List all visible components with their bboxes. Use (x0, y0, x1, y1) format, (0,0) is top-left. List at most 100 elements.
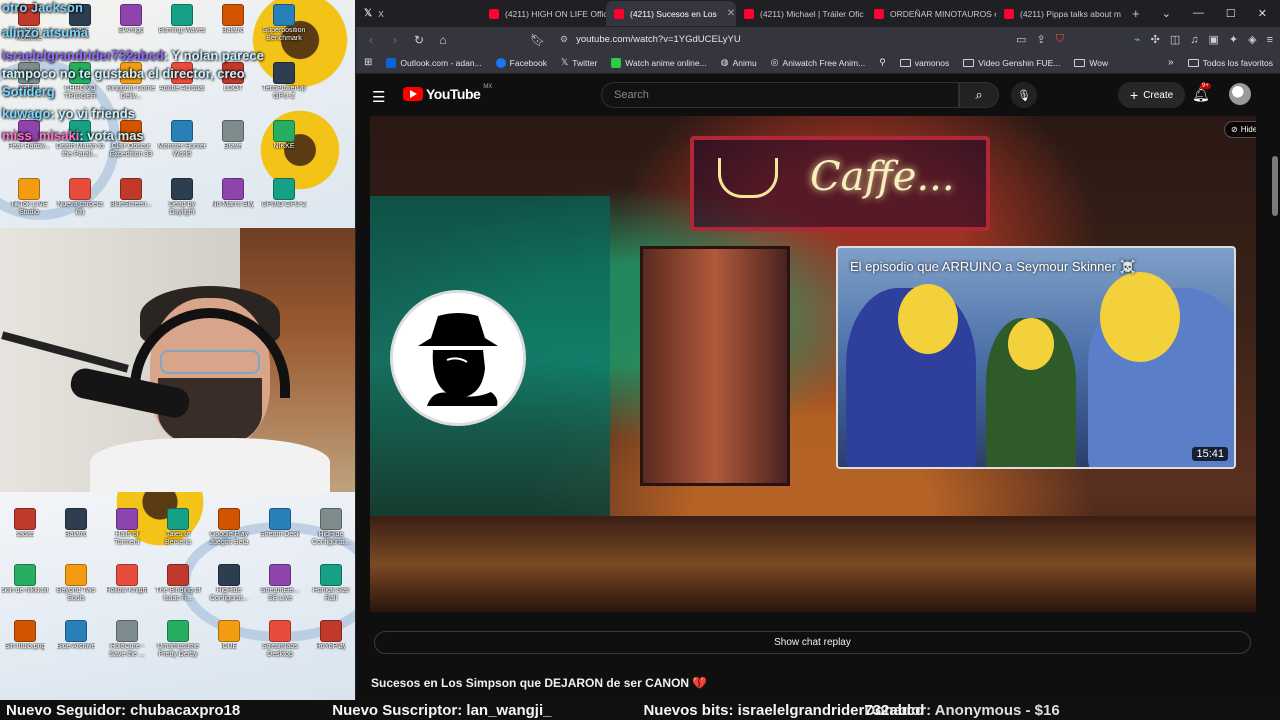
desktop-shortcut[interactable]: Halls of Torment (102, 508, 152, 554)
maximize-icon[interactable]: ☐ (1226, 7, 1236, 20)
sidebar-icon[interactable]: ◫ (1170, 33, 1180, 46)
all-bookmarks-folder[interactable]: Todos los favoritos (1187, 58, 1273, 68)
desktop-shortcut[interactable]: Balatro (51, 508, 101, 554)
bookmark-folder-wow[interactable]: Wow (1074, 58, 1108, 68)
close-tab-icon[interactable]: ✕ (727, 8, 735, 19)
desktop-shortcut[interactable]: Brave (208, 120, 258, 166)
site-info-icon[interactable]: ⚙ (560, 34, 568, 45)
desktop-shortcut[interactable]: TikTok LIVE Studio (4, 178, 54, 224)
bookmark-folder-genshin[interactable]: Video Genshin FUE... (963, 58, 1060, 68)
extensions-icon[interactable]: ✣ (1151, 33, 1160, 46)
avatar[interactable] (1229, 83, 1251, 105)
desktop-shortcut[interactable]: Burning Waves (157, 4, 207, 50)
home-icon[interactable]: ⌂ (436, 33, 450, 47)
desktop-shortcut[interactable]: Honkai Star Rail (306, 564, 355, 610)
desktop-shortcut[interactable]: ElAmigo (106, 4, 156, 50)
minimize-icon[interactable]: — (1193, 7, 1204, 20)
bookmark-animu[interactable]: ◍ Animu (721, 57, 757, 68)
desktop-shortcut[interactable]: Superposition Benchmark (259, 4, 309, 50)
desktop-shortcut[interactable]: Stream Deck (255, 508, 305, 554)
vpn-icon[interactable]: ⌁ (1134, 33, 1141, 46)
brave-shield-icon[interactable]: ⛉ (1056, 33, 1064, 46)
pin-icon[interactable]: ⚲ (879, 57, 886, 68)
desktop-shortcut[interactable]: Sin título.png (0, 620, 50, 666)
menu-icon[interactable]: ≡ (1267, 34, 1273, 46)
bookmark-folder-vamonos[interactable]: vamonos (899, 58, 949, 68)
forward-arrow-icon[interactable]: › (388, 33, 402, 47)
tab-sucesos[interactable]: (4211) Sucesos en Los ✕ (606, 1, 736, 26)
more-bookmarks-icon[interactable]: » (1168, 57, 1174, 68)
search-button[interactable]: ⌕ (959, 82, 999, 108)
desktop-shortcut[interactable]: Google Play Juegos Beta (204, 508, 254, 554)
desktop-shortcut[interactable]: Umamusume Pretty Derby (153, 620, 203, 666)
cartoon-head (1008, 318, 1054, 370)
desktop-shortcut[interactable]: Nueva carpeta (3) (55, 178, 105, 224)
endscreen-video-card[interactable]: El episodio que ARRUINO a Seymour Skinne… (836, 246, 1236, 469)
desktop-shortcut[interactable]: iCUE (204, 620, 254, 666)
tab-high-on-life[interactable]: (4211) HIGH ON LIFE Offici (481, 1, 606, 26)
scrollbar-thumb[interactable] (1272, 156, 1278, 216)
channel-watermark[interactable] (390, 290, 526, 426)
desktop-shortcut[interactable]: The Binding of Isaac R... (153, 564, 203, 610)
desktop-shortcut[interactable]: skin de nikki.txt (0, 564, 50, 610)
music-icon[interactable]: ♫ (1190, 34, 1198, 46)
desktop-shortcut[interactable]: HoYoPlay (306, 620, 355, 666)
desktop-shortcut[interactable]: CPUID CPU-Z (259, 178, 309, 224)
hamburger-menu-icon[interactable]: ☰ (372, 88, 385, 106)
video-player[interactable]: Caffe... ⊘ Hide El episodio que ARRUINO … (370, 116, 1256, 612)
share-icon[interactable]: ⇪ (1037, 33, 1046, 46)
reload-icon[interactable]: ↻ (412, 33, 426, 47)
rewards-icon[interactable]: ◈ (1248, 33, 1256, 46)
voice-search-button[interactable]: 🎙︎ (1011, 82, 1037, 108)
bookmark-facebook[interactable]: Facebook (495, 57, 547, 68)
new-tab-button[interactable]: + (1124, 1, 1148, 26)
tab-pippa[interactable]: (4211) Pippa talks about m (996, 1, 1124, 26)
desktop-shortcut[interactable]: Hollow Knight (102, 564, 152, 610)
tab-michael[interactable]: (4211) Michael | Tráiler Ofic (736, 1, 866, 26)
desktop-shortcut[interactable]: Streamlabs Desktop (255, 620, 305, 666)
desktop-shortcut[interactable]: Pear Hardw... (4, 120, 54, 166)
tab-minotauros[interactable]: ORDEÑAR MINOTAUROS e (866, 1, 996, 26)
desktop-shortcut[interactable]: NIKKE (259, 120, 309, 166)
desktop-shortcut-label: Balatro (64, 531, 88, 538)
desktop-shortcut[interactable]: HoloCure - Save the ... (102, 620, 152, 666)
wallet-icon[interactable]: ▣ (1208, 33, 1218, 46)
bookmark-watch-anime[interactable]: Watch anime online... (611, 57, 707, 68)
bookmark-aniwatch[interactable]: ◎ Aniwatch Free Anim... (771, 57, 866, 68)
bookmark-icon[interactable]: 🔖︎ (530, 33, 545, 47)
youtube-logo[interactable]: YouTube MX (403, 84, 492, 102)
back-arrow-icon[interactable]: ‹ (364, 33, 378, 47)
apps-grid-icon[interactable]: ⊞ (364, 57, 372, 68)
show-chat-replay-button[interactable]: Show chat replay (374, 631, 1251, 654)
cast-icon[interactable]: ▭ (1016, 33, 1026, 46)
desktop-shortcut[interactable]: TechPowerUp GPU-Z (259, 62, 309, 108)
desktop-shortcut[interactable]: Beyond Two Souls (51, 564, 101, 610)
desktop-shortcut[interactable]: HidHide Configurat... (204, 564, 254, 610)
close-window-icon[interactable]: ✕ (1258, 7, 1267, 20)
desktop-shortcut[interactable]: Dead by Daylight (157, 178, 207, 224)
desktop-shortcut-label: iCUE (220, 643, 238, 650)
desktop-shortcut[interactable]: Death Marsh to the Parall... (55, 120, 105, 166)
desktop-shortcut-label: NIKKE (273, 143, 295, 150)
desktop-shortcut[interactable]: sadas (0, 508, 50, 554)
hide-endscreen-button[interactable]: ⊘ Hide (1224, 121, 1256, 138)
create-button[interactable]: + Create (1118, 82, 1186, 108)
desktop-shortcut[interactable]: No Man's Sky (208, 178, 258, 224)
desktop-shortcut[interactable]: HidHide Configurat... (306, 508, 355, 554)
desktop-shortcut[interactable]: Clair Obscur Expedition 33 (106, 120, 156, 166)
desktop-shortcut[interactable]: Balatro (208, 4, 258, 50)
search-input[interactable]: Search (601, 82, 959, 108)
bookmark-twitter[interactable]: 𝕏 Twitter (561, 57, 597, 68)
page-scrollbar[interactable] (1272, 116, 1278, 696)
desktop-shortcut[interactable]: StreamEle... SE.Live (255, 564, 305, 610)
tab-search-icon[interactable]: ⌄ (1162, 7, 1171, 20)
tab-x[interactable]: 𝕏 X (356, 1, 481, 26)
bookmark-outlook[interactable]: Outlook.com - adan... (386, 57, 482, 68)
leo-ai-icon[interactable]: ✦ (1229, 33, 1238, 46)
desktop-shortcut[interactable]: Blue Archive (51, 620, 101, 666)
desktop-shortcut[interactable]: BlueScreen... (106, 178, 156, 224)
url-field[interactable]: ⚙ youtube.com/watch?v=1YGdUCELyYU (554, 30, 1006, 49)
video-title: Sucesos en Los Simpson que DEJARON de se… (371, 676, 708, 690)
desktop-shortcut[interactable]: Monster Hunter World (157, 120, 207, 166)
desktop-shortcut[interactable]: Tales of Berseria (153, 508, 203, 554)
